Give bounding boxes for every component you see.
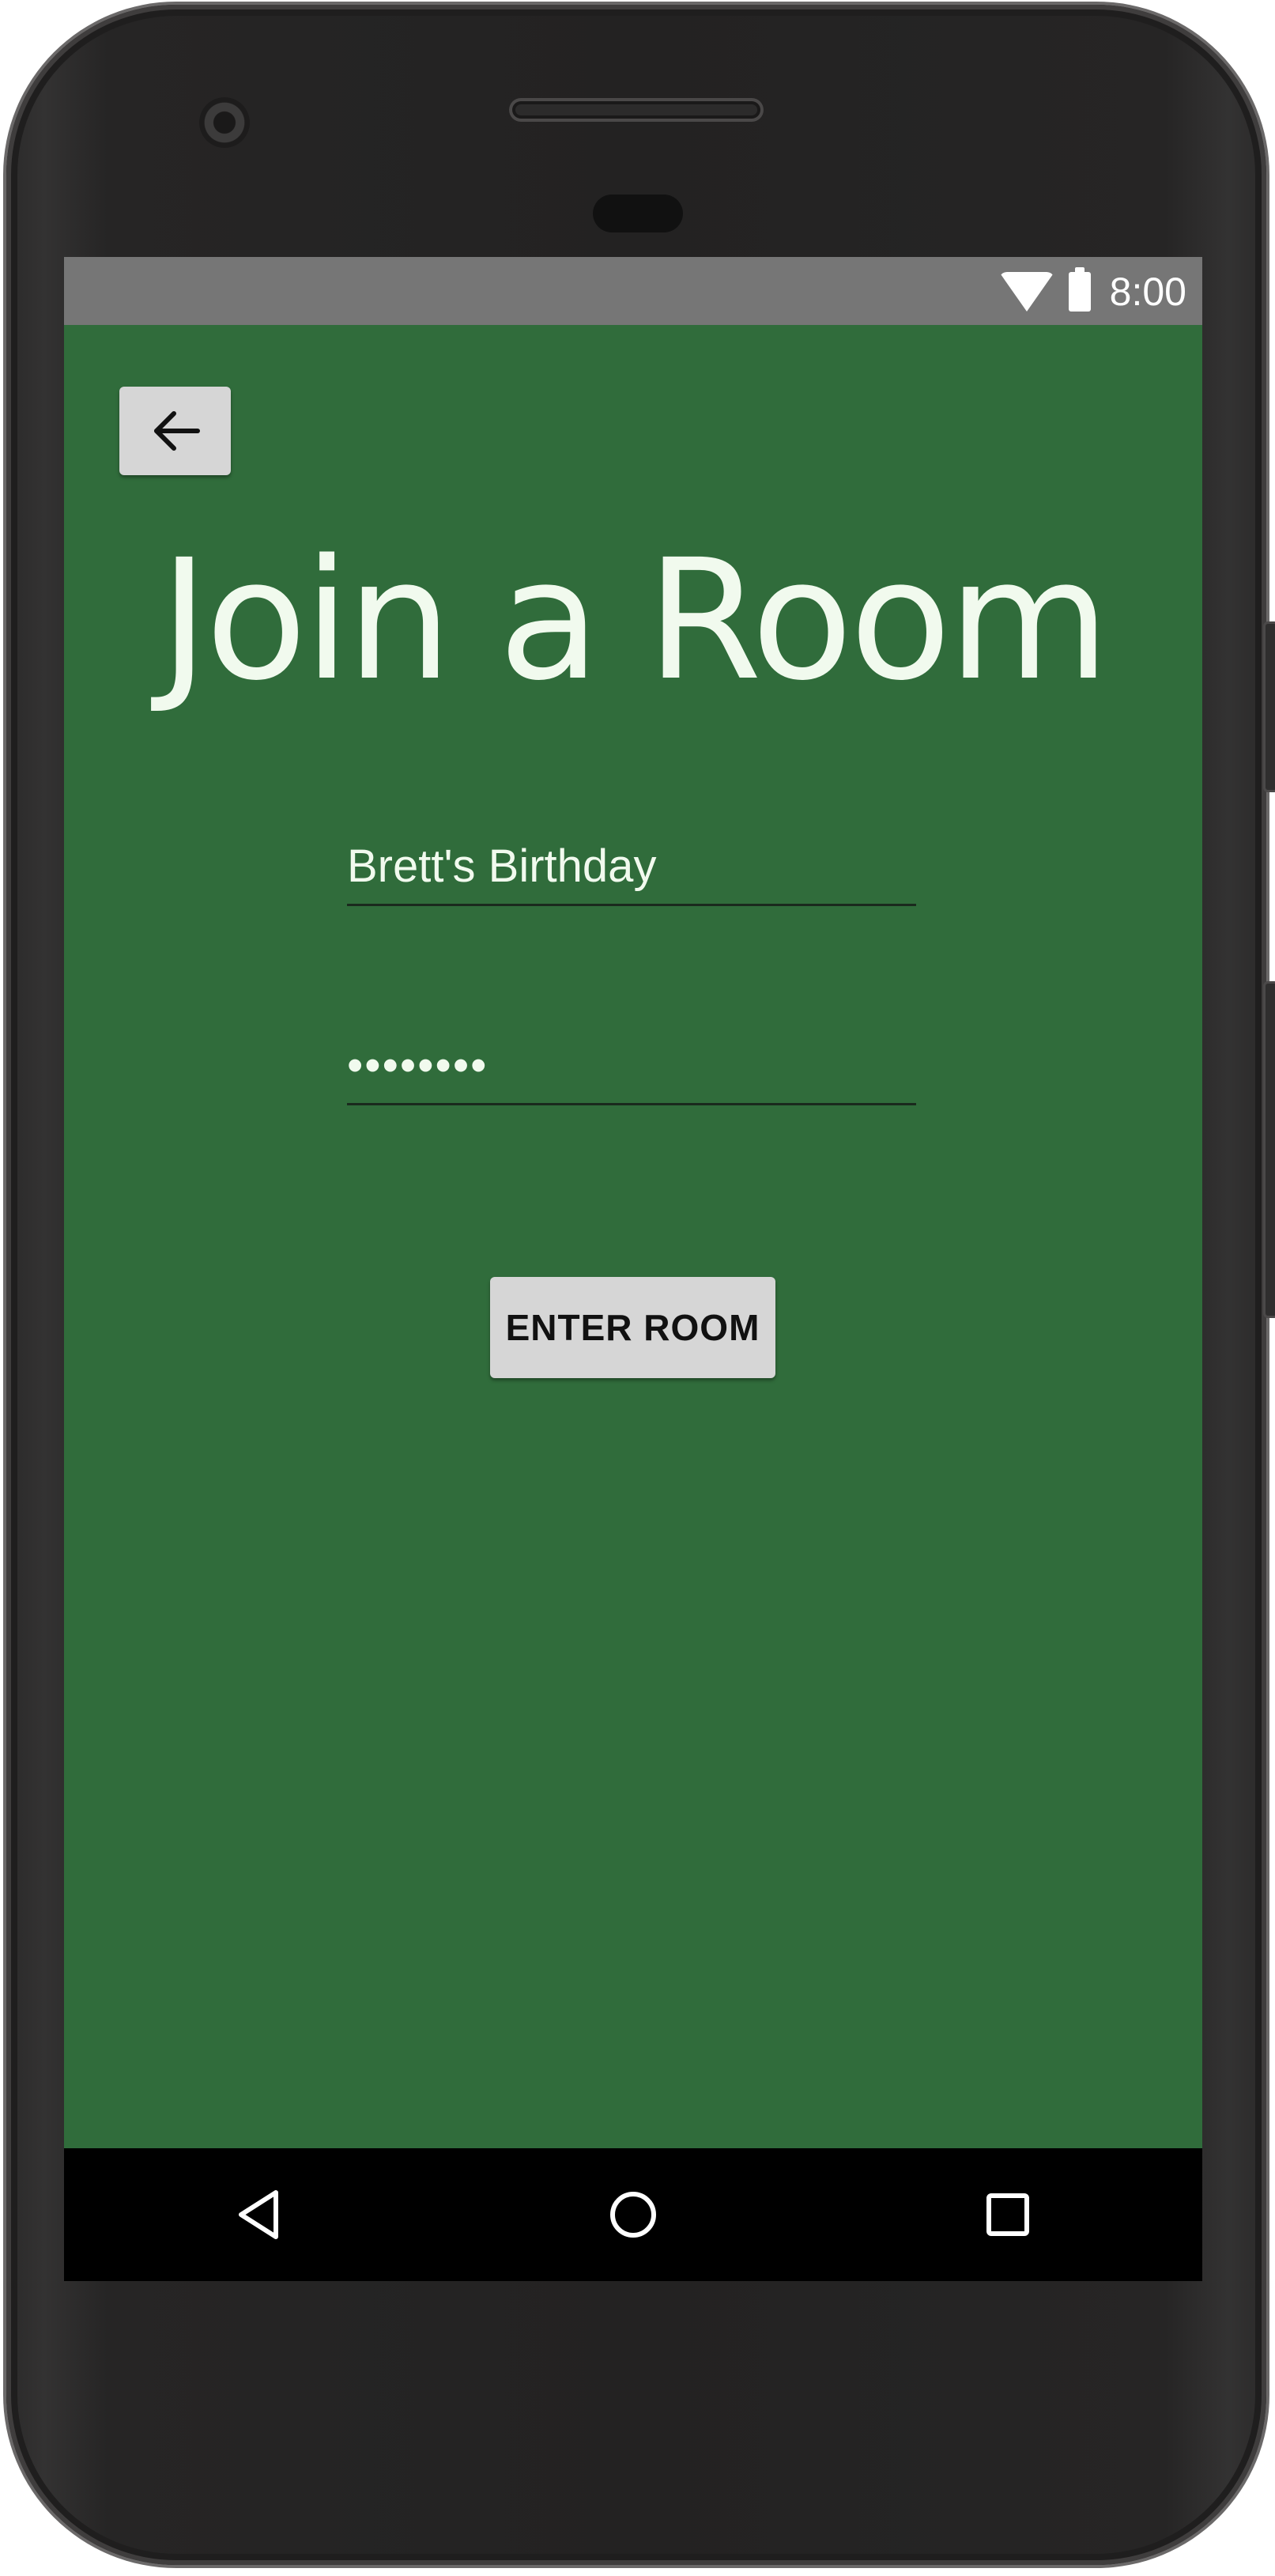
page-title: Join a Room	[159, 523, 1110, 717]
nav-back-button[interactable]	[227, 2183, 290, 2246]
arrow-left-icon	[153, 411, 200, 451]
power-button	[1263, 621, 1275, 792]
proximity-sensor	[593, 195, 683, 232]
navigation-bar	[64, 2148, 1202, 2281]
status-clock: 8:00	[1109, 270, 1186, 314]
battery-icon	[1068, 267, 1091, 312]
nav-back-icon	[239, 2190, 278, 2239]
front-camera	[199, 97, 250, 148]
enter-room-button[interactable]: ENTER ROOM	[490, 1277, 775, 1378]
wifi-icon	[998, 272, 1054, 312]
nav-home-button[interactable]	[602, 2183, 665, 2246]
app-screen: 8:00 Join a Room ENTER ROOM	[64, 257, 1202, 2281]
room-name-input[interactable]	[347, 834, 916, 897]
room-name-field[interactable]	[347, 825, 916, 906]
volume-buttons	[1263, 981, 1275, 1318]
back-button[interactable]	[119, 387, 231, 475]
earpiece-speaker	[509, 98, 764, 122]
nav-home-icon	[610, 2192, 656, 2238]
nav-recents-icon	[986, 2193, 1029, 2236]
status-icons: 8:00	[998, 266, 1186, 317]
password-field[interactable]	[347, 1024, 916, 1105]
password-input[interactable]	[347, 1033, 916, 1097]
status-bar: 8:00	[64, 257, 1202, 325]
nav-recents-button[interactable]	[976, 2183, 1039, 2246]
